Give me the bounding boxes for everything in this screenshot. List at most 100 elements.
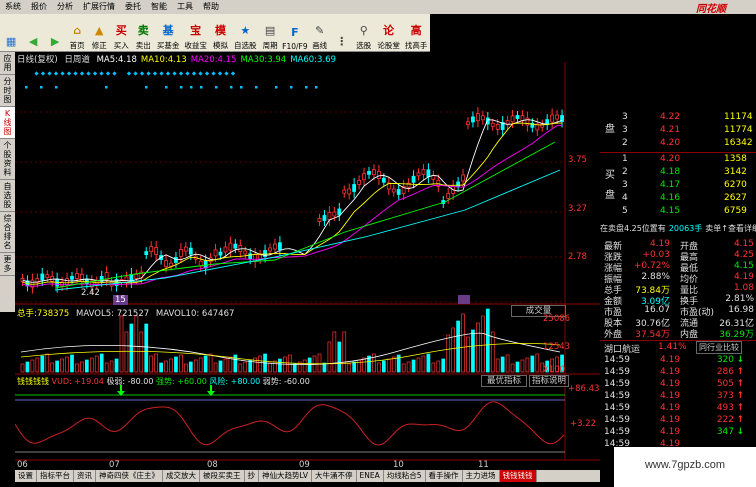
menu-item-2[interactable]: 分析	[52, 0, 78, 14]
indicator-header: 钱钱钱钱 VUD: +19.04 极弱: -80.00 强势: +60.00 风…	[17, 376, 310, 387]
sell-icon: 卖	[137, 24, 149, 37]
menu-item-1[interactable]: 报价	[26, 0, 52, 14]
up-arrow-icon: ↑	[736, 367, 744, 377]
signal-marker	[211, 71, 216, 76]
candle-body	[555, 114, 559, 120]
ask-row: 3 4.22 11174	[622, 112, 753, 122]
menu-item-7[interactable]: 帮助	[198, 0, 224, 14]
stat-row: 金额 3.09亿 换手 2.81%	[604, 294, 754, 307]
sector-row: 湖口航运 1.41% 同行业比较	[600, 340, 756, 355]
indicator-tab-0[interactable]: 设置	[15, 470, 37, 482]
volume-bar	[490, 331, 495, 373]
toolbar-button-11[interactable]: ▤ 周期	[259, 15, 281, 51]
toolbar-label: 周期	[262, 41, 278, 50]
volume-bar	[327, 341, 332, 373]
left-tab-3[interactable]: 个股资料	[0, 139, 15, 180]
menu-item-3[interactable]: 扩展行情	[78, 0, 120, 14]
left-tab-5[interactable]: 综合排名	[0, 212, 15, 253]
kline-chart-area[interactable]: 日线(复权) 日周道 MA5:4.18 MA10:4.13 MA20:4.15 MA3…	[15, 52, 600, 470]
tick-row: 14:59 4.19 286 ↑	[604, 367, 744, 377]
volume-bar	[104, 362, 109, 373]
toolbar-label: 买入	[113, 41, 129, 50]
ma-2: MA20:4.15	[190, 55, 237, 65]
indicator-help-button[interactable]: 指标说明	[529, 375, 569, 387]
signal-marker	[105, 71, 111, 76]
left-tab-1[interactable]: 分时图	[0, 75, 15, 107]
left-tab-6[interactable]: 更多	[0, 253, 15, 276]
bid-row: 4 4.16 2627	[622, 193, 747, 203]
menu-item-5[interactable]: 智能	[146, 0, 172, 14]
toolbar-button-0[interactable]: ▦	[0, 15, 22, 51]
toolbar-button-4[interactable]: ▲ 修正	[88, 15, 110, 51]
price-tick-2: 3.27	[568, 204, 587, 214]
volume-bar	[525, 357, 530, 373]
toolbar-button-15[interactable]: ⚲ 选股	[353, 15, 375, 51]
indicator-tab-7[interactable]: 神仙大趋势LV	[259, 470, 312, 482]
toolbar-button-13[interactable]: ✎ 画线	[309, 15, 331, 51]
down-arrow-icon: ↓	[736, 427, 744, 437]
ask-side-label: 盘	[605, 124, 615, 135]
bid-row: 3 4.17 6270	[622, 180, 747, 190]
toolbar-button-5[interactable]: 买买入	[110, 15, 132, 51]
indicator-tab-12[interactable]: 主力进场	[463, 470, 500, 482]
toolbar-button-8[interactable]: 宝收益宝	[182, 15, 210, 51]
volume-tick-1: 25086	[543, 314, 571, 324]
volume-bar	[456, 320, 460, 373]
volume-bar	[337, 341, 342, 373]
toolbar-button-6[interactable]: 卖卖出	[132, 15, 154, 51]
toolbar-button-17[interactable]: 高找高手	[402, 15, 430, 51]
left-vertical-tabs: 应用分时图K线图个股资料自选股综合排名更多	[0, 52, 15, 312]
toolbar-button-2[interactable]: ▶	[44, 15, 66, 51]
indicator-tab-9[interactable]: ENEA	[357, 470, 384, 482]
toolbar-label: 首页	[69, 41, 85, 50]
compare-button[interactable]: 同行业比较	[696, 341, 742, 354]
menu-item-0[interactable]: 系统	[0, 0, 26, 14]
left-tab-4[interactable]: 自选股	[0, 180, 15, 212]
indicator-tab-10[interactable]: 均线粘合5	[384, 470, 426, 482]
indicator-tab-1[interactable]: 指标平台	[37, 470, 74, 482]
candle-body	[218, 251, 223, 256]
indicator-tab-13[interactable]: 钱钱钱钱	[499, 470, 537, 482]
volume-bar	[223, 358, 228, 373]
toolbar: ▦ ◀ ▶ ⌂ 首页 ▲ 修正买买入卖卖出基买基金宝收益宝模模拟 ★ 自选股 ▤ 周期 F F10/F9…	[0, 14, 430, 52]
candle-body	[277, 242, 282, 251]
volume-bar	[485, 308, 490, 373]
indicator-tab-4[interactable]: 成交放大	[163, 470, 200, 482]
sim-icon: 模	[214, 24, 226, 37]
toolbar-button-16[interactable]: 论论股堂	[375, 15, 403, 51]
big-order-alert[interactable]: 在卖盘4.25位置有 20063手 卖单↑查看详细	[600, 223, 756, 235]
toolbar-button-10[interactable]: ★ 自选股	[232, 15, 260, 51]
indicator-tab-5[interactable]: 被段买卖王	[200, 470, 245, 482]
toolbar-button-14[interactable]: ⋮	[331, 15, 353, 51]
menu-item-6[interactable]: 工具	[172, 0, 198, 14]
indicator-tab-2[interactable]: 资讯	[74, 470, 96, 482]
indicator-tab-6[interactable]: 抄	[245, 470, 259, 482]
indicator-tab-8[interactable]: 大牛涌不停	[312, 470, 357, 482]
volume-bar	[317, 353, 322, 373]
indicator-vud: VUD: +19.04	[51, 377, 104, 386]
menu-item-4[interactable]: 委托	[120, 0, 146, 14]
tick-row: 14:59 4.19 222 ↑	[604, 415, 744, 425]
toolbar-button-7[interactable]: 基买基金	[154, 15, 182, 51]
signal-marker	[47, 71, 52, 76]
tick-row: 14:59 4.19 505 ↑	[604, 379, 744, 389]
left-tab-2[interactable]: K线图	[0, 107, 15, 139]
signal-marker	[198, 71, 203, 76]
candle-body	[188, 247, 193, 255]
candle-body	[65, 278, 69, 286]
toolbar-button-12[interactable]: F F10/F9	[281, 15, 309, 52]
candle-body	[80, 273, 84, 282]
left-tab-0[interactable]: 应用	[0, 52, 15, 75]
month-flag: 15	[113, 295, 128, 305]
indicator-tab-3[interactable]: 神奇四侠《庄主》	[96, 470, 163, 482]
toolbar-button-3[interactable]: ⌂ 首页	[66, 15, 88, 51]
month-10: 10	[393, 460, 404, 470]
toolbar-label: 模拟	[212, 41, 228, 50]
toolbar-button-1[interactable]: ◀	[22, 15, 44, 51]
best-indicator-button[interactable]: 最优指标	[481, 375, 527, 387]
candle-body	[342, 189, 347, 194]
indicator-tab-11[interactable]: 看手操作	[426, 470, 463, 482]
toolbar-button-9[interactable]: 模模拟	[209, 15, 231, 51]
volume-bar	[25, 361, 30, 373]
candle-body	[391, 188, 396, 193]
